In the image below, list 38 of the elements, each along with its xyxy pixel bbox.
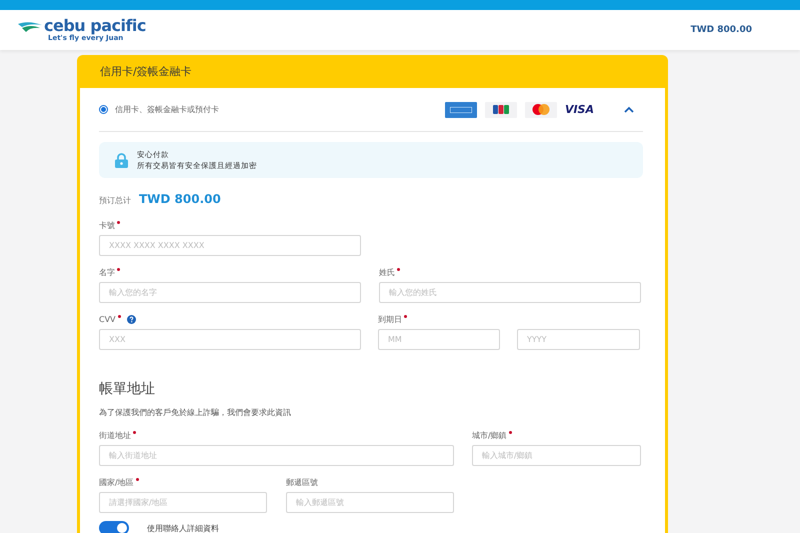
input-field[interactable]: MM [378, 329, 500, 350]
card-logo-icon [484, 102, 517, 118]
field-label: 姓氏 [379, 266, 395, 278]
billing-description: 為了保護我們的客戶免於線上詐騙，我們會要求此資訊 [99, 407, 292, 418]
header-total: TWD 800.00 [690, 25, 752, 35]
input-field[interactable]: 輸入您的名字 [99, 282, 361, 303]
wings-icon [18, 20, 42, 34]
help-icon[interactable] [126, 314, 136, 324]
payment-method-label[interactable]: 信用卡、簽帳金融卡或預付卡 [115, 104, 438, 115]
lock-icon [115, 152, 128, 168]
input-field[interactable]: 輸入郵遞區號 [286, 492, 454, 513]
card-logo: VISA [564, 102, 594, 118]
field-label: 到期日 [378, 314, 402, 324]
card-logo-icon [444, 102, 477, 118]
logo-text: cebu pacific [44, 18, 146, 34]
field-label: 名字 [99, 266, 115, 278]
billing-title: 帳單地址 [99, 380, 156, 398]
field-label: 郵遞區號 [286, 476, 318, 488]
field-label: CVV [99, 314, 116, 324]
input-field[interactable]: 輸入您的姓氏 [379, 282, 641, 303]
toggle-switch[interactable] [99, 521, 129, 533]
chevron-up-icon[interactable] [623, 106, 635, 114]
field-label: 國家/地區 [99, 476, 134, 488]
field-label: 卡號 [99, 220, 115, 230]
input-field[interactable]: 輸入城市/鄉鎮 [472, 445, 641, 466]
total-label: 預订总计 [99, 195, 131, 206]
field-label: 街道地址 [99, 430, 131, 440]
section-header: 信用卡/簽帳金融卡 [77, 55, 668, 88]
input-field[interactable]: 輸入街道地址 [99, 445, 454, 466]
input-field[interactable]: YYYY [517, 329, 640, 350]
input-field[interactable]: XXX [99, 329, 361, 350]
input-field[interactable]: XXXX XXXX XXXX XXXX [99, 235, 361, 256]
card-logo-icon [524, 102, 557, 118]
radio-button[interactable] [99, 105, 108, 114]
total-amount: TWD 800.00 [139, 192, 221, 206]
input-field[interactable]: 請選擇國家/地區 [99, 492, 267, 513]
field-label: 城市/鄉鎮 [472, 430, 507, 440]
toggle-label: 使用聯絡人詳細資料 [147, 522, 219, 533]
